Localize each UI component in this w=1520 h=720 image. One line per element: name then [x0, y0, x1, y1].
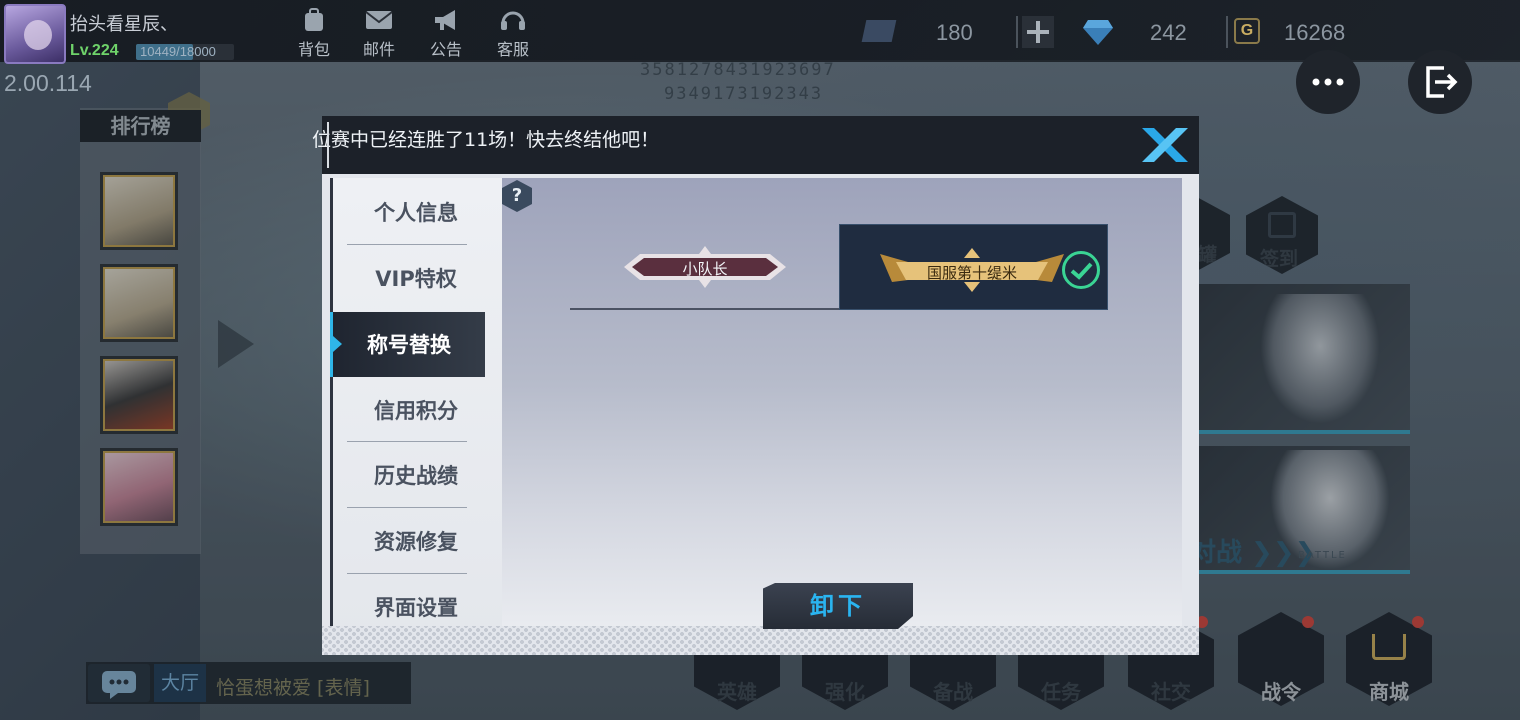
divider — [1016, 16, 1018, 48]
ticket-count: 180 — [936, 20, 973, 45]
mail-button[interactable]: 邮件 — [349, 8, 409, 60]
title-option-label: 国服第十缇米 — [926, 264, 1017, 282]
customer-service-label: 客服 — [496, 40, 529, 59]
divider — [1226, 16, 1228, 48]
avatar-face — [24, 20, 52, 50]
title-option-squad-leader[interactable]: 小队长 — [620, 244, 790, 290]
customer-service-button[interactable]: 客服 — [483, 8, 543, 60]
unequip-button[interactable]: 卸下 — [763, 583, 913, 629]
tab-divider — [347, 244, 467, 245]
exp-text: 10449/18000 — [140, 44, 216, 59]
tab-divider — [347, 573, 467, 574]
ticket-icon — [861, 20, 897, 42]
mail-icon — [365, 11, 393, 29]
close-button[interactable] — [1140, 126, 1190, 164]
close-icon — [1142, 128, 1188, 162]
tab-credit-score[interactable]: 信用积分 — [330, 378, 502, 444]
more-options-button[interactable] — [1296, 50, 1360, 114]
player-level: Lv.224 — [70, 42, 119, 59]
megaphone-icon — [435, 10, 455, 30]
add-ticket-button[interactable] — [1022, 16, 1054, 48]
player-avatar[interactable] — [4, 4, 66, 64]
title-option-label: 小队长 — [682, 260, 728, 278]
backpack-button[interactable]: 背包 — [284, 8, 344, 60]
backpack-icon — [305, 8, 323, 31]
tab-resource-repair[interactable]: 资源修复 — [330, 509, 502, 575]
gold-count: 16268 — [1284, 20, 1346, 45]
diamond-count: 242 — [1150, 20, 1187, 45]
announcement-label: 公告 — [429, 40, 462, 59]
headset-icon — [501, 11, 525, 30]
version-label: 2.00.114 — [4, 70, 92, 96]
tab-match-history[interactable]: 历史战绩 — [330, 443, 502, 509]
announcement-button[interactable]: 公告 — [416, 8, 476, 60]
modal-footer-pattern — [322, 626, 1199, 655]
backpack-label: 背包 — [297, 40, 330, 59]
tab-title-replace[interactable]: 称号替换 — [330, 312, 485, 377]
header-divider — [327, 122, 329, 168]
logout-icon — [1426, 66, 1458, 98]
gold-icon: G — [1234, 18, 1260, 44]
marquee-announcement: 位赛中已经连胜了11场！快去终结他吧！ — [312, 129, 660, 151]
tab-divider — [347, 441, 467, 442]
more-dots-icon — [1312, 78, 1344, 86]
tab-divider — [347, 507, 467, 508]
mail-label: 邮件 — [362, 40, 395, 59]
selected-check-icon — [1062, 251, 1100, 289]
active-tab-indicator — [333, 336, 342, 352]
tab-personal-info[interactable]: 个人信息 — [330, 180, 502, 246]
player-name: 抬头看星辰、 — [70, 14, 178, 35]
logout-button[interactable] — [1408, 50, 1472, 114]
plus-icon — [1027, 21, 1049, 43]
diamond-icon — [1083, 20, 1113, 45]
tab-vip-privileges[interactable]: VIP特权 — [330, 246, 502, 312]
